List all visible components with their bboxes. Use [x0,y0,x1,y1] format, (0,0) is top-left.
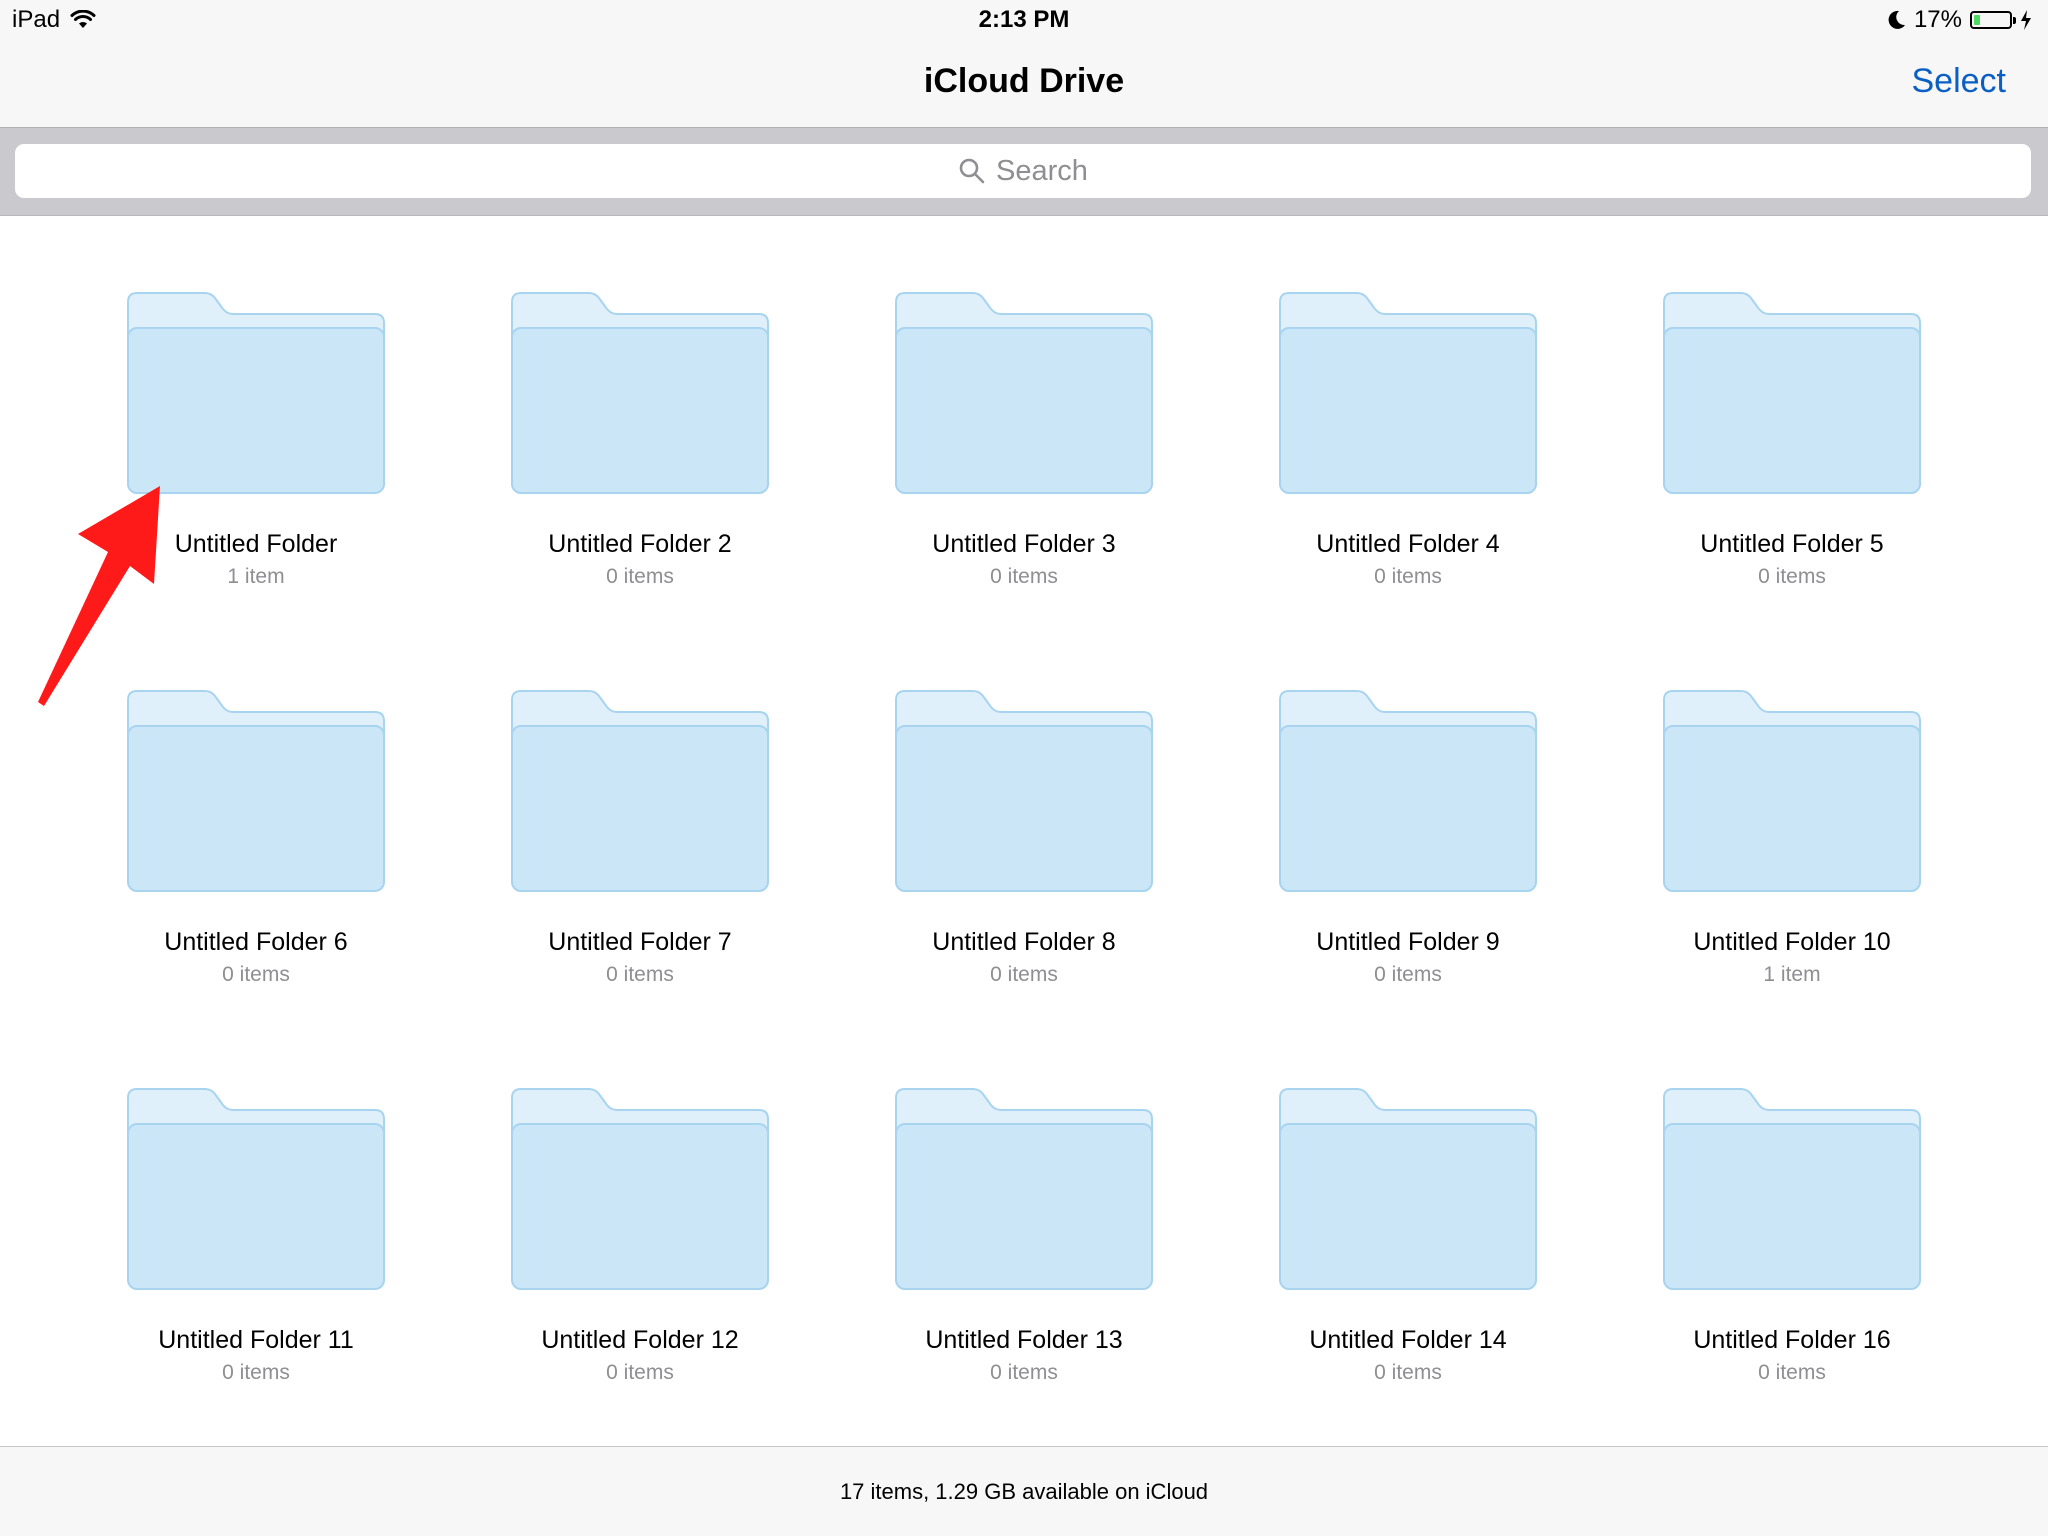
folder-item-count: 0 items [1374,1361,1442,1384]
folder-name: Untitled Folder 11 [158,1326,354,1354]
folder-item[interactable]: Untitled Folder 12 0 items [448,1012,832,1384]
folder-item[interactable]: Untitled Folder 7 0 items [448,614,832,986]
folder-name: Untitled Folder 10 [1693,928,1891,956]
folder-item[interactable]: Untitled Folder 11 0 items [64,1012,448,1384]
folder-name: Untitled Folder 2 [548,530,732,558]
folder-item[interactable]: Untitled Folder 8 0 items [832,614,1216,986]
folder-item-count: 0 items [1374,963,1442,986]
folder-item[interactable]: Untitled Folder 2 0 items [448,216,832,588]
folder-item-count: 0 items [990,565,1058,588]
folder-item[interactable]: Untitled Folder 13 0 items [832,1012,1216,1384]
folder-item-count: 0 items [1758,1361,1826,1384]
folder-item[interactable]: Untitled Folder 4 0 items [1216,216,1600,588]
search-input[interactable]: Search [15,144,2031,198]
folder-item[interactable]: Untitled Folder 14 0 items [1216,1012,1600,1384]
annotation-arrow-icon [38,486,160,706]
folder-item[interactable]: Untitled Folder 5 0 items [1600,216,1984,588]
folder-name: Untitled Folder 14 [1309,1326,1507,1354]
status-right: 17% [1888,6,2032,34]
search-bar: Search [0,128,2048,216]
folder-item-count: 0 items [1374,565,1442,588]
folder-item-count: 0 items [606,1361,674,1384]
folder-icon [895,292,1153,494]
folder-name: Untitled Folder 5 [1700,530,1884,558]
page-title: iCloud Drive [923,62,1125,100]
folder-icon [1279,690,1537,892]
search-icon [959,158,985,184]
folder-icon [127,1088,385,1290]
folder-item-count: 0 items [606,963,674,986]
folder-icon [895,1088,1153,1290]
nav-bar: iCloud Drive Select [0,40,2048,128]
folder-item-count: 0 items [222,1361,290,1384]
status-bar: iPad 2:13 PM 17% [0,0,2048,40]
folder-name: Untitled Folder 6 [164,928,348,956]
folder-name: Untitled Folder 4 [1316,530,1500,558]
folder-icon [1279,292,1537,494]
folder-name: Untitled Folder 16 [1693,1326,1891,1354]
ipad-screen: iPad 2:13 PM 17% iCloud Drive Select Sea… [0,0,2048,1536]
folder-icon [1663,690,1921,892]
folder-item-count: 0 items [990,1361,1058,1384]
folder-item-count: 0 items [222,963,290,986]
folder-icon [511,1088,769,1290]
folder-icon [127,690,385,892]
battery-tip [2013,17,2016,24]
folder-name: Untitled Folder 3 [932,530,1116,558]
folder-item-count: 0 items [606,565,674,588]
folder-icon [895,690,1153,892]
folder-item-count: 0 items [1758,565,1826,588]
battery-icon [1970,11,2016,29]
folder-item[interactable]: Untitled Folder 9 0 items [1216,614,1600,986]
folder-item[interactable]: Untitled Folder 10 1 item [1600,614,1984,986]
search-placeholder: Search [996,154,1088,187]
select-button[interactable]: Select [1912,62,2007,101]
folder-icon [1663,1088,1921,1290]
battery-level [1974,15,1980,25]
folder-icon [1663,292,1921,494]
charging-bolt-icon [2021,10,2031,30]
folder-name: Untitled Folder 7 [548,928,732,956]
battery-percent: 17% [1913,6,1962,33]
folder-item[interactable]: Untitled Folder 3 0 items [832,216,1216,588]
folder-name: Untitled Folder 8 [932,928,1116,956]
moon-icon [1888,10,1905,29]
folder-name: Untitled Folder 9 [1316,928,1500,956]
footer-bar: 17 items, 1.29 GB available on iCloud [0,1446,2048,1536]
status-time: 2:13 PM [978,6,1070,33]
storage-summary: 17 items, 1.29 GB available on iCloud [839,1479,1209,1504]
folder-item-count: 0 items [990,963,1058,986]
folder-name: Untitled Folder 13 [925,1326,1123,1354]
folder-item-count: 1 item [1763,963,1821,986]
folder-grid: Untitled Folder 1 item Untitled Folder 20 … [0,216,2048,1446]
folder-icon [511,690,769,892]
folder-name: Untitled Folder 12 [541,1326,739,1354]
folder-icon [511,292,769,494]
folder-item[interactable]: Untitled Folder 16 0 items [1600,1012,1984,1384]
folder-icon [127,292,385,494]
folder-icon [1279,1088,1537,1290]
